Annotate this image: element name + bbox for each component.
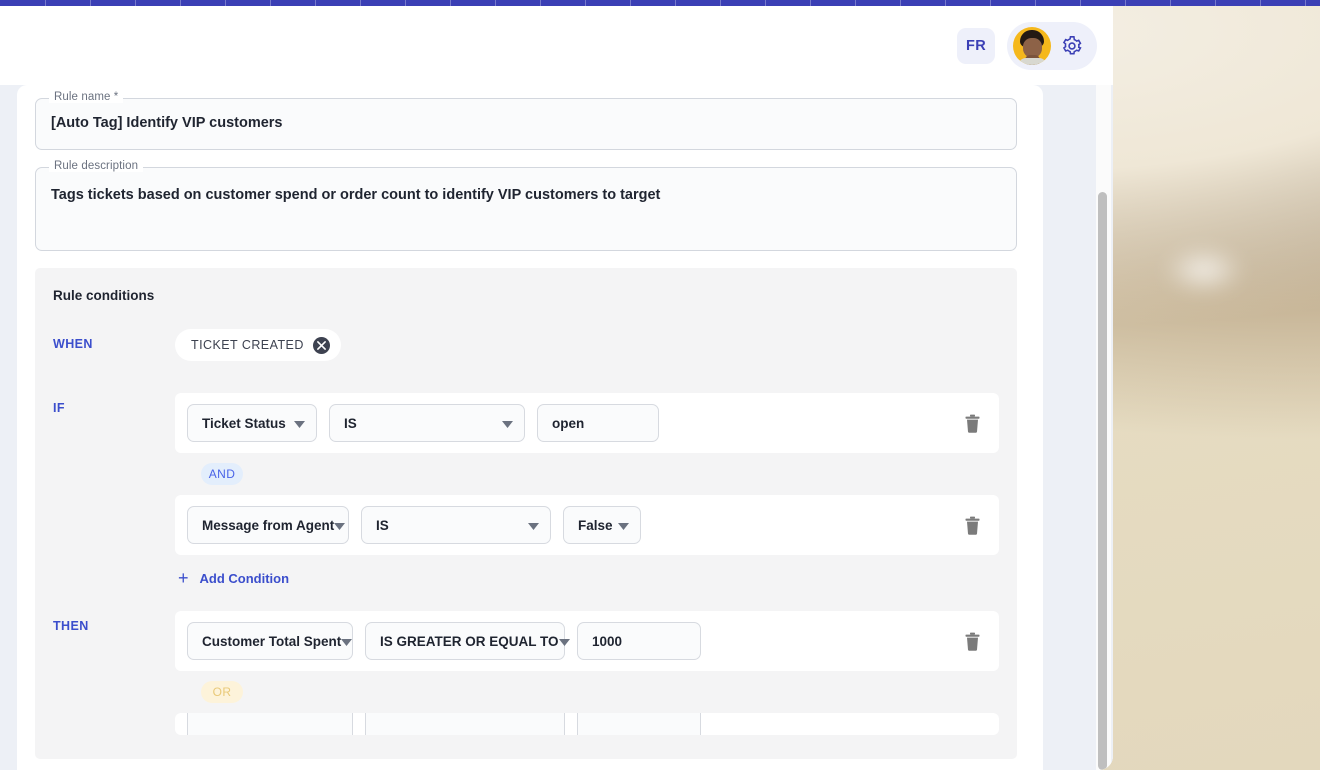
rule-name-input[interactable]: [Auto Tag] Identify VIP customers <box>51 98 283 150</box>
chevron-down-icon <box>558 634 570 649</box>
condition-operator-select[interactable]: IS <box>329 404 525 442</box>
ruler-tick <box>585 0 586 6</box>
ruler-tick <box>540 0 541 6</box>
ruler-tick <box>225 0 226 6</box>
ruler-tick <box>1305 0 1306 6</box>
chevron-down-icon <box>502 416 513 431</box>
ruler-tick <box>45 0 46 6</box>
trigger-chip-ticket-created[interactable]: TICKET CREATED <box>175 329 341 361</box>
ruler-tick <box>990 0 991 6</box>
add-condition-button[interactable]: + Add Condition <box>175 569 289 587</box>
condition-operator-value: IS <box>376 517 389 533</box>
then-clause: THEN Customer Total Spent IS GREATER OR … <box>53 611 999 735</box>
trash-icon[interactable] <box>961 630 983 652</box>
profile-menu[interactable] <box>1007 21 1097 70</box>
ruler-tick <box>900 0 901 6</box>
vertical-scrollbar[interactable] <box>1087 85 1113 770</box>
condition-value-text: False <box>578 517 613 533</box>
add-condition-label: Add Condition <box>199 570 290 586</box>
rule-name-field[interactable]: Rule name * [Auto Tag] Identify VIP cust… <box>35 91 1017 150</box>
ruler-tick <box>630 0 631 6</box>
action-operator-value: IS GREATER OR EQUAL TO <box>380 633 559 649</box>
ruler-tick <box>675 0 676 6</box>
gear-icon[interactable] <box>1060 34 1084 58</box>
ruler-tick <box>1125 0 1126 6</box>
chevron-down-icon <box>528 518 539 533</box>
if-label: IF <box>53 401 65 415</box>
top-ruler-strip <box>0 0 1320 6</box>
ruler-tick <box>180 0 181 6</box>
ruler-tick <box>1170 0 1171 6</box>
ruler-tick <box>720 0 721 6</box>
action-field-select[interactable]: Customer Total Spent <box>187 622 353 660</box>
condition-value-input[interactable]: open <box>537 404 659 442</box>
condition-field-select[interactable]: Ticket Status <box>187 404 317 442</box>
ruler-tick <box>90 0 91 6</box>
action-field-select[interactable] <box>187 713 353 735</box>
condition-operator-value: IS <box>344 415 357 431</box>
condition-joiner-and[interactable]: AND <box>201 463 243 485</box>
ruler-tick <box>360 0 361 6</box>
ruler-tick <box>810 0 811 6</box>
rule-editor-content: Rule name * [Auto Tag] Identify VIP cust… <box>35 91 1017 759</box>
ruler-tick <box>765 0 766 6</box>
page-body: Rule name * [Auto Tag] Identify VIP cust… <box>0 85 1113 770</box>
chevron-down-icon <box>618 518 629 533</box>
ruler-tick <box>270 0 271 6</box>
rule-description-field[interactable]: Rule description Tags tickets based on c… <box>35 160 1017 251</box>
close-icon[interactable] <box>312 336 330 354</box>
condition-row: Message from Agent IS False <box>175 495 999 555</box>
trash-icon[interactable] <box>961 514 983 536</box>
ruler-tick <box>450 0 451 6</box>
ruler-tick <box>1080 0 1081 6</box>
ruler-tick <box>945 0 946 6</box>
action-row <box>175 713 999 735</box>
ruler-tick <box>1260 0 1261 6</box>
rule-description-input[interactable]: Tags tickets based on customer spend or … <box>51 167 660 251</box>
action-field-value: Customer Total Spent <box>202 633 342 649</box>
condition-row: Ticket Status IS open <box>175 393 999 453</box>
action-operator-select[interactable]: IS GREATER OR EQUAL TO <box>365 622 570 660</box>
trigger-chip-label: TICKET CREATED <box>191 338 304 352</box>
plus-icon: + <box>178 568 189 588</box>
then-label: THEN <box>53 619 89 633</box>
app-header: FR <box>0 6 1113 85</box>
condition-value-select[interactable]: False <box>563 506 641 544</box>
ruler-tick <box>495 0 496 6</box>
when-label: WHEN <box>53 337 93 351</box>
rule-editor-card: Rule name * [Auto Tag] Identify VIP cust… <box>17 85 1043 770</box>
header-actions: FR <box>957 21 1113 70</box>
condition-field-value: Ticket Status <box>202 415 286 431</box>
if-clause: IF Ticket Status IS open AND Message fro… <box>53 393 999 593</box>
scrollbar-thumb[interactable] <box>1098 192 1107 770</box>
when-clause: WHEN TICKET CREATED <box>53 329 999 361</box>
chevron-down-icon <box>341 634 353 649</box>
ruler-tick <box>1035 0 1036 6</box>
ruler-tick <box>855 0 856 6</box>
rule-conditions-panel: Rule conditions WHEN TICKET CREATED IF T… <box>35 268 1017 759</box>
language-button[interactable]: FR <box>957 27 995 64</box>
ruler-tick <box>135 0 136 6</box>
chevron-down-icon <box>294 416 305 431</box>
condition-operator-select[interactable]: IS <box>361 506 551 544</box>
ruler-tick <box>315 0 316 6</box>
action-operator-select[interactable] <box>365 713 565 735</box>
condition-joiner-or[interactable]: OR <box>201 681 243 703</box>
condition-field-select[interactable]: Message from Agent <box>187 506 349 544</box>
chevron-down-icon <box>334 518 346 533</box>
action-row: Customer Total Spent IS GREATER OR EQUAL… <box>175 611 999 671</box>
condition-field-value: Message from Agent <box>202 517 335 533</box>
ruler-tick <box>405 0 406 6</box>
browser-window: FR Rule name * [Auto Tag] Identify VIP c… <box>0 0 1113 770</box>
action-value-input[interactable] <box>577 713 701 735</box>
rule-conditions-title: Rule conditions <box>53 288 155 303</box>
action-value-input[interactable]: 1000 <box>577 622 701 660</box>
ruler-tick <box>1215 0 1216 6</box>
trash-icon[interactable] <box>961 412 983 434</box>
avatar[interactable] <box>1013 26 1051 65</box>
